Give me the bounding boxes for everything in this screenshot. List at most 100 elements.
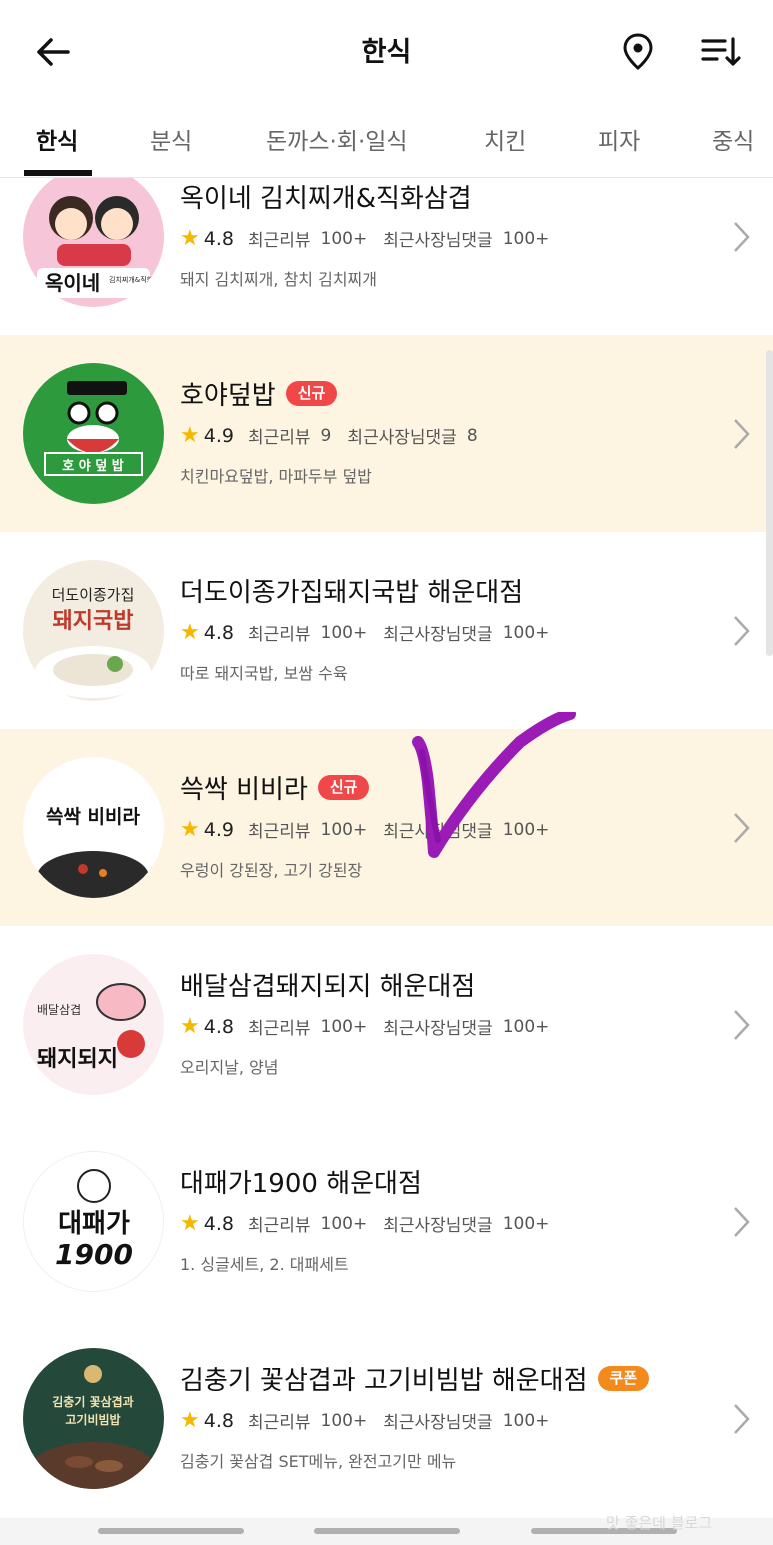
owner-reply-label: 최근사장님댓글 bbox=[347, 428, 457, 448]
review-count: 100+ bbox=[320, 1410, 368, 1431]
thumb-logo-subtext: 고기비빔밥 bbox=[65, 1412, 120, 1427]
thumb-logo-text: 호 야 덮 밥 bbox=[62, 458, 123, 474]
owner-reply-label: 최근사장님댓글 bbox=[383, 625, 493, 645]
restaurant-name: 옥이네 김치찌개&직화삼겹 bbox=[180, 184, 472, 214]
star-icon: ★ bbox=[180, 226, 200, 251]
owner-reply-count: 100+ bbox=[502, 228, 550, 249]
owner-reply-label: 최근사장님댓글 bbox=[383, 1019, 493, 1039]
owner-reply-count: 100+ bbox=[502, 819, 550, 840]
chevron-right-icon bbox=[734, 1404, 750, 1434]
star-icon: ★ bbox=[180, 423, 200, 448]
nav-home-button[interactable] bbox=[314, 1528, 460, 1534]
star-icon: ★ bbox=[180, 1014, 200, 1039]
rating-value: 4.9 bbox=[203, 818, 234, 841]
restaurant-menu: 돼지 김치찌개, 참치 김치찌개 bbox=[180, 270, 377, 289]
restaurant-row[interactable]: 더도이종가집 돼지국밥 더도이종가집돼지국밥 해운대점 ★ 4.8 최근리뷰 100… bbox=[0, 532, 773, 729]
restaurant-thumbnail: 김충기 꽃삼겹과 고기비빔밥 bbox=[23, 1348, 164, 1489]
restaurant-thumbnail: 쓱싹 비비라 bbox=[23, 757, 164, 898]
scrollbar[interactable] bbox=[766, 350, 773, 656]
restaurant-name: 대패가1900 해운대점 bbox=[180, 1169, 422, 1199]
tab-chicken[interactable]: 치킨 bbox=[484, 122, 526, 156]
thumb-logo-subtext: 돼지국밥 bbox=[53, 609, 134, 634]
review-label: 최근리뷰 bbox=[247, 1019, 311, 1039]
restaurant-name: 호야덮밥 bbox=[180, 381, 276, 411]
owner-reply-label: 최근사장님댓글 bbox=[383, 822, 493, 842]
restaurant-row[interactable]: 배달삼겹돼지되지 배달삼겹돼지되지 해운대점 ★ 4.8 최근리뷰 100+ 최근… bbox=[0, 926, 773, 1123]
restaurant-row[interactable]: 옥이네 김치찌개&직화삼겹 옥이네 김치찌개&직화삼겹 ★ 4.8 최근리뷰 100… bbox=[0, 178, 773, 335]
restaurant-thumbnail: 옥이네 김치찌개&직화삼겹 bbox=[23, 178, 164, 307]
restaurant-menu: 치킨마요덮밥, 마파두부 덮밥 bbox=[180, 467, 372, 486]
tab-chinese[interactable]: 중식 bbox=[712, 122, 754, 156]
tab-japanese[interactable]: 돈까스·회·일식 bbox=[266, 122, 408, 156]
restaurant-list: 옥이네 김치찌개&직화삼겹 옥이네 김치찌개&직화삼겹 ★ 4.8 최근리뷰 100… bbox=[0, 178, 773, 1518]
rating-value: 4.8 bbox=[203, 1409, 234, 1432]
restaurant-thumbnail: 호 야 덮 밥 bbox=[23, 363, 164, 504]
restaurant-thumbnail: 대패가 1900 bbox=[23, 1151, 164, 1292]
restaurant-stats: ★ 4.8 최근리뷰 100+ 최근사장님댓글 100+ bbox=[180, 620, 559, 645]
owner-reply-count: 100+ bbox=[502, 622, 550, 643]
restaurant-menu: 오리지날, 양념 bbox=[180, 1058, 279, 1077]
restaurant-stats: ★ 4.8 최근리뷰 100+ 최근사장님댓글 100+ bbox=[180, 1211, 559, 1236]
restaurant-stats: ★ 4.8 최근리뷰 100+ 최근사장님댓글 100+ bbox=[180, 226, 559, 251]
restaurant-row[interactable]: 쓱싹 비비라 쓱싹 비비라 신규 ★ 4.9 최근리뷰 100+ 최근사장님댓글 1… bbox=[0, 729, 773, 926]
restaurant-row[interactable]: 김충기 꽃삼겹과 고기비빔밥 김충기 꽃삼겹과 고기비빔밥 해운대점 쿠폰 ★ 4… bbox=[0, 1320, 773, 1517]
owner-reply-label: 최근사장님댓글 bbox=[383, 1413, 493, 1433]
location-pin-icon[interactable] bbox=[614, 28, 662, 76]
thumb-logo-text: 더도이종가집 bbox=[52, 586, 135, 604]
tab-snack[interactable]: 분식 bbox=[150, 122, 192, 156]
active-tab-indicator bbox=[24, 170, 92, 176]
restaurant-name: 배달삼겹돼지되지 해운대점 bbox=[180, 972, 476, 1002]
review-label: 최근리뷰 bbox=[247, 428, 311, 448]
restaurant-menu: 1. 싱글세트, 2. 대패세트 bbox=[180, 1255, 349, 1274]
owner-reply-count: 100+ bbox=[502, 1410, 550, 1431]
chevron-right-icon bbox=[734, 1010, 750, 1040]
thumb-logo-subtext: 1900 bbox=[55, 1238, 133, 1271]
nav-recent-button[interactable] bbox=[98, 1528, 244, 1534]
restaurant-row[interactable]: 대패가 1900 대패가1900 해운대점 ★ 4.8 최근리뷰 100+ 최근사장… bbox=[0, 1123, 773, 1320]
restaurant-menu: 우렁이 강된장, 고기 강된장 bbox=[180, 861, 363, 880]
review-count: 100+ bbox=[320, 622, 368, 643]
chevron-right-icon bbox=[734, 813, 750, 843]
tab-pizza[interactable]: 피자 bbox=[598, 122, 640, 156]
owner-reply-label: 최근사장님댓글 bbox=[383, 1216, 493, 1236]
rating-value: 4.8 bbox=[203, 227, 234, 250]
owner-reply-count: 100+ bbox=[502, 1016, 550, 1037]
chevron-right-icon bbox=[734, 419, 750, 449]
review-count: 100+ bbox=[320, 1016, 368, 1037]
review-label: 최근리뷰 bbox=[247, 822, 311, 842]
restaurant-thumbnail: 배달삼겹돼지되지 bbox=[23, 954, 164, 1095]
category-tabs: 한식 분식 돈까스·회·일식 치킨 피자 중식 bbox=[0, 100, 773, 178]
chevron-right-icon bbox=[734, 222, 750, 252]
restaurant-row[interactable]: 호 야 덮 밥 호야덮밥 신규 ★ 4.9 최근리뷰 9 최근사장님댓글 8 치킨마… bbox=[0, 335, 773, 532]
chevron-right-icon bbox=[734, 1207, 750, 1237]
coupon-badge: 쿠폰 bbox=[597, 1366, 650, 1391]
rating-value: 4.8 bbox=[203, 1015, 234, 1038]
restaurant-thumbnail: 더도이종가집돼지국밥 bbox=[23, 560, 164, 701]
restaurant-name: 더도이종가집돼지국밥 해운대점 bbox=[180, 578, 524, 608]
thumb-logo-text: 옥이네 bbox=[45, 271, 100, 295]
rating-value: 4.8 bbox=[203, 1212, 234, 1235]
new-badge: 신규 bbox=[285, 381, 338, 406]
thumb-logo-subtext: 김치찌개&직화삼겹 bbox=[109, 275, 164, 284]
restaurant-menu: 따로 돼지국밥, 보쌈 수육 bbox=[180, 664, 348, 683]
thumb-logo-text: 대패가 bbox=[58, 1209, 130, 1239]
restaurant-stats: ★ 4.8 최근리뷰 100+ 최근사장님댓글 100+ bbox=[180, 1408, 559, 1433]
review-label: 최근리뷰 bbox=[247, 231, 311, 251]
thumb-logo-subtext: 배달삼겹 bbox=[37, 1003, 81, 1017]
restaurant-name: 김충기 꽃삼겹과 고기비빔밥 해운대점 bbox=[180, 1366, 588, 1396]
thumb-logo-text: 쓱싹 비비라 bbox=[46, 806, 141, 828]
thumb-logo-text: 돼지되지 bbox=[37, 1047, 118, 1072]
review-count: 100+ bbox=[320, 228, 368, 249]
top-bar: 한식 bbox=[0, 0, 773, 100]
sort-icon[interactable] bbox=[697, 28, 745, 76]
star-icon: ★ bbox=[180, 1211, 200, 1236]
restaurant-stats: ★ 4.8 최근리뷰 100+ 최근사장님댓글 100+ bbox=[180, 1014, 559, 1039]
restaurant-menu: 김충기 꽃삼겹 SET메뉴, 완전고기만 메뉴 bbox=[180, 1452, 457, 1471]
star-icon: ★ bbox=[180, 620, 200, 645]
new-badge: 신규 bbox=[317, 775, 370, 800]
rating-value: 4.8 bbox=[203, 621, 234, 644]
tab-korean[interactable]: 한식 bbox=[36, 122, 78, 156]
restaurant-stats: ★ 4.9 최근리뷰 100+ 최근사장님댓글 100+ bbox=[180, 817, 559, 842]
restaurant-name: 쓱싹 비비라 bbox=[180, 775, 308, 805]
owner-reply-label: 최근사장님댓글 bbox=[383, 231, 493, 251]
